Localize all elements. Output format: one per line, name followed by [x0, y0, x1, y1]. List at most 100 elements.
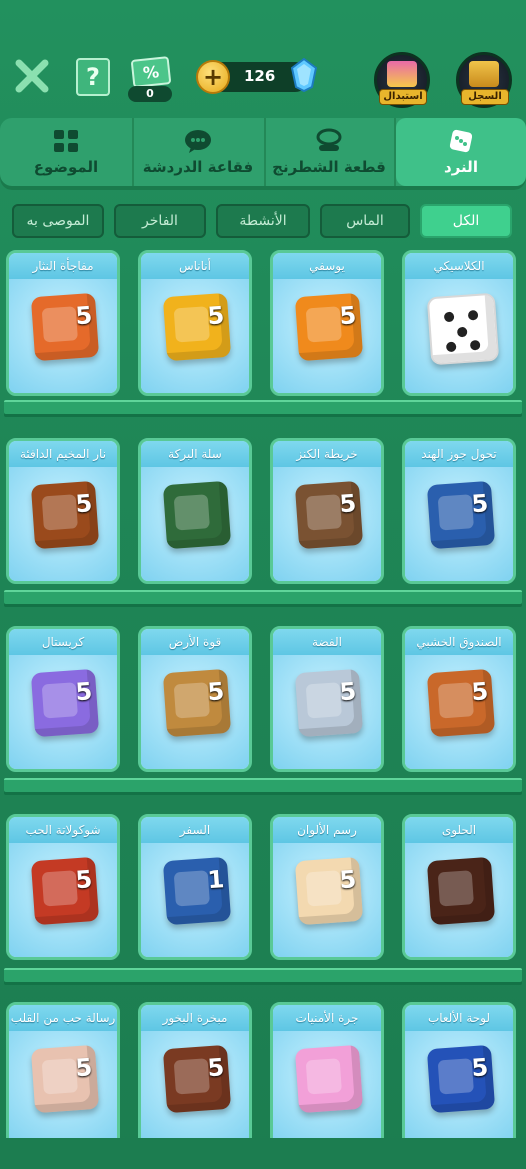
- dice-name: رسالة حب من القلب: [9, 1005, 117, 1031]
- exchange-button[interactable]: استبدال: [374, 52, 430, 108]
- dice-face-art: [41, 682, 78, 719]
- help-button[interactable]: ?: [76, 58, 110, 96]
- bottom-edge: [0, 1138, 526, 1169]
- dice-face-art: [437, 682, 474, 719]
- dice-preview: 5: [9, 1031, 117, 1145]
- filter-all[interactable]: الكل: [420, 204, 512, 238]
- dice-card[interactable]: مبخرة البخور 5: [138, 1002, 252, 1148]
- tab-chess-piece[interactable]: قطعة الشطرنج: [264, 118, 396, 186]
- tab-dice[interactable]: النرد: [396, 118, 526, 186]
- dice-card[interactable]: جرة الأمنيات: [270, 1002, 384, 1148]
- dice-icon: [426, 292, 500, 366]
- dice-card[interactable]: الكلاسيكي: [402, 250, 516, 396]
- dice-card[interactable]: رسم الألوان 5: [270, 814, 384, 960]
- dice-name: نار المخيم الدافئة: [9, 441, 117, 467]
- dice-card[interactable]: الفضة 5: [270, 626, 384, 772]
- add-gems-button[interactable]: +: [196, 60, 230, 94]
- dice-number: 5: [74, 489, 94, 519]
- dice-icon: 5: [426, 668, 496, 738]
- dice-card[interactable]: خريطة الكنز 5: [270, 438, 384, 584]
- dice-number: 5: [74, 301, 94, 331]
- dice-name: جرة الأمنيات: [273, 1005, 381, 1031]
- dice-face-art: [305, 870, 342, 907]
- grid-icon: [51, 128, 81, 154]
- dice-name: الصندوق الخشبي: [405, 629, 513, 655]
- filter-recommended[interactable]: الموصى به: [12, 204, 104, 238]
- category-tabs: الموضوع فقاعة الدردشة قطعة الشطرنج النرد: [0, 118, 526, 190]
- dice-number: 5: [74, 865, 94, 895]
- dice-icon: 5: [30, 668, 100, 738]
- tab-label: النرد: [444, 158, 478, 176]
- top-bar: ? % 0 + 126 استبدال السجل: [0, 0, 526, 112]
- dice-face-art: [437, 870, 474, 907]
- dice-card[interactable]: كريستال 5: [6, 626, 120, 772]
- dice-number: 5: [470, 489, 490, 519]
- dice-face-art: [173, 306, 210, 343]
- dice-name: كريستال: [9, 629, 117, 655]
- dice-icon: 5: [294, 480, 364, 550]
- dice-card[interactable]: الحلوى: [402, 814, 516, 960]
- dice-card[interactable]: تحول جوز الهند 5: [402, 438, 516, 584]
- dice-preview: 5: [273, 655, 381, 769]
- history-button[interactable]: السجل: [456, 52, 512, 108]
- dice-face-art: [41, 494, 78, 531]
- dice-card[interactable]: قوة الأرض 5: [138, 626, 252, 772]
- dice-card[interactable]: أناناس 5: [138, 250, 252, 396]
- dice-card[interactable]: مفاجأة النثار 5: [6, 250, 120, 396]
- dice-icon: 5: [294, 292, 364, 362]
- history-icon: [469, 61, 499, 87]
- tab-theme[interactable]: الموضوع: [0, 118, 134, 186]
- dice-card[interactable]: يوسفي 5: [270, 250, 384, 396]
- coupon-icon: %: [130, 56, 172, 88]
- dice-pip: [467, 309, 479, 321]
- coupon-button[interactable]: %: [130, 56, 172, 90]
- dice-name: أناناس: [141, 253, 249, 279]
- dice-face-art: [173, 682, 210, 719]
- filter-diamond[interactable]: الماس: [320, 204, 410, 238]
- dice-face-art: [173, 1058, 210, 1095]
- dice-card[interactable]: لوحة الألعاب 5: [402, 1002, 516, 1148]
- dice-card[interactable]: سلة البركة: [138, 438, 252, 584]
- dice-name: مفاجأة النثار: [9, 253, 117, 279]
- dice-name: مبخرة البخور: [141, 1005, 249, 1031]
- dice-preview: [405, 843, 513, 957]
- diamond-icon: [290, 58, 318, 92]
- close-button[interactable]: [12, 56, 52, 96]
- gem-balance: + 126: [196, 58, 318, 94]
- dice-name: خريطة الكنز: [273, 441, 381, 467]
- close-x-icon: [15, 59, 49, 93]
- dice-face-art: [437, 1058, 474, 1095]
- dice-icon: 5: [162, 292, 232, 362]
- filter-events[interactable]: الأنشطة: [216, 204, 310, 238]
- filter-luxury[interactable]: الفاخر: [114, 204, 206, 238]
- dice-icon: 5: [30, 1044, 100, 1114]
- dice-preview: 5: [9, 279, 117, 393]
- dice-face-art: [41, 306, 78, 343]
- dice-preview: 5: [405, 1031, 513, 1145]
- dice-card[interactable]: نار المخيم الدافئة 5: [6, 438, 120, 584]
- dice-preview: 5: [9, 843, 117, 957]
- dice-face-art: [305, 1058, 342, 1095]
- tab-label: قطعة الشطرنج: [272, 158, 386, 176]
- dice-card[interactable]: السفر 1: [138, 814, 252, 960]
- dice-number: 5: [206, 1053, 226, 1083]
- dice-face-art: [41, 870, 78, 907]
- dice-preview: 5: [141, 279, 249, 393]
- shelf: [4, 968, 522, 982]
- dice-card[interactable]: شوكولاتة الحب 5: [6, 814, 120, 960]
- dice-name: لوحة الألعاب: [405, 1005, 513, 1031]
- dice-face-art: [173, 494, 210, 531]
- dice-card[interactable]: رسالة حب من القلب 5: [6, 1002, 120, 1148]
- dice-icon: 5: [162, 668, 232, 738]
- dice-preview: 5: [273, 279, 381, 393]
- dice-icon: [294, 1044, 364, 1114]
- dice-name: تحول جوز الهند: [405, 441, 513, 467]
- tab-chat-bubble[interactable]: فقاعة الدردشة: [132, 118, 266, 186]
- dice-number: 5: [74, 677, 94, 707]
- dice-number: 5: [470, 1053, 490, 1083]
- dice-number: 5: [74, 1053, 94, 1083]
- dice-preview: [405, 279, 513, 393]
- dice-name: السفر: [141, 817, 249, 843]
- dice-icon: 5: [30, 480, 100, 550]
- dice-card[interactable]: الصندوق الخشبي 5: [402, 626, 516, 772]
